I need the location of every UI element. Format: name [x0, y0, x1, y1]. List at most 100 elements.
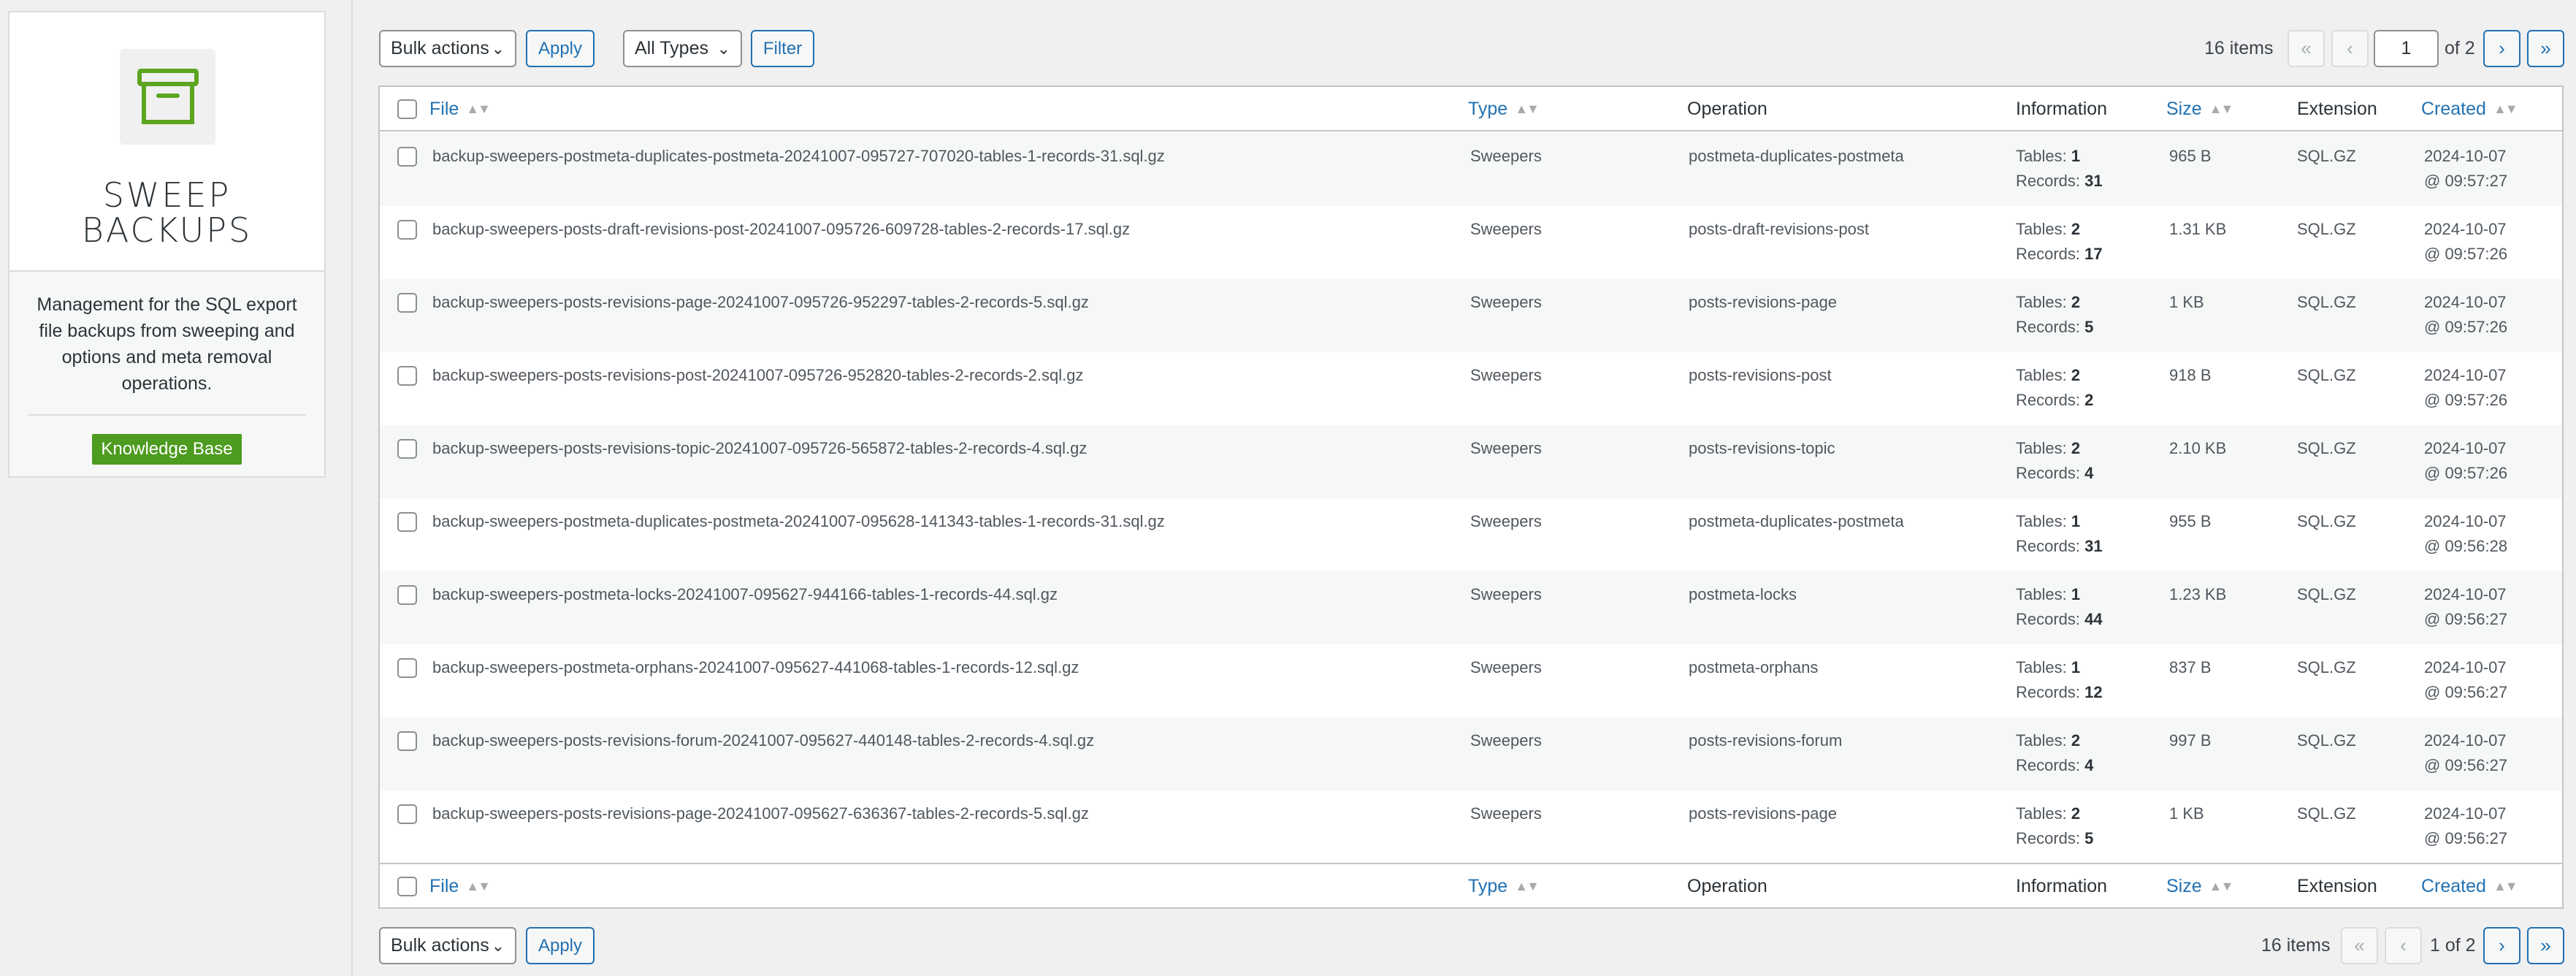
column-file[interactable]: File ▲▼: [429, 864, 491, 909]
first-page-button-top[interactable]: «: [2288, 30, 2325, 67]
created-date: 2024-10-07: [2424, 439, 2507, 457]
row-checkbox[interactable]: [397, 731, 417, 751]
records-label: Records:: [2016, 683, 2081, 701]
bulk-actions-select-top[interactable]: Bulk actions ⌄: [379, 30, 516, 67]
size-value: 1.31 KB: [2169, 220, 2227, 238]
type-value: Sweepers: [1470, 220, 1542, 238]
bulk-actions-select-bottom[interactable]: Bulk actions ⌄: [379, 927, 516, 964]
column-type[interactable]: Type ▲▼: [1468, 864, 1540, 909]
row-checkbox[interactable]: [397, 512, 417, 532]
tables-label: Tables:: [2016, 439, 2067, 457]
last-page-button-top[interactable]: »: [2527, 30, 2564, 67]
created-date: 2024-10-07: [2424, 585, 2507, 603]
first-page-button-bottom[interactable]: «: [2341, 927, 2378, 964]
type-value: Sweepers: [1470, 293, 1542, 311]
tables-value: 2: [2071, 293, 2081, 311]
column-size-label: Size: [2166, 876, 2202, 896]
operation-value: posts-revisions-post: [1689, 366, 1832, 384]
extension-value: SQL.GZ: [2297, 585, 2356, 603]
items-count-bottom: 16 items: [2261, 935, 2331, 956]
prev-page-button-bottom[interactable]: ‹: [2385, 927, 2422, 964]
last-page-button-bottom[interactable]: »: [2527, 927, 2564, 964]
next-page-button-bottom[interactable]: ›: [2483, 927, 2520, 964]
row-checkbox[interactable]: [397, 147, 417, 167]
info-records: Records: 5: [2016, 826, 2093, 851]
panel-header: SWEEP BACKUPS: [9, 12, 324, 272]
column-size[interactable]: Size ▲▼: [2166, 864, 2233, 909]
apply-button-top[interactable]: Apply: [526, 30, 595, 67]
column-size[interactable]: Size ▲▼: [2166, 87, 2233, 131]
tables-label: Tables:: [2016, 585, 2067, 603]
operation-value: postmeta-duplicates-postmeta: [1689, 147, 1904, 165]
filter-button[interactable]: Filter: [751, 30, 814, 67]
info-tables: Tables: 1: [2016, 655, 2080, 680]
type-value: Sweepers: [1470, 731, 1542, 750]
column-file[interactable]: File ▲▼: [429, 87, 491, 131]
column-type[interactable]: Type ▲▼: [1468, 87, 1540, 131]
next-page-button-top[interactable]: ›: [2483, 30, 2520, 67]
operation-value: posts-revisions-topic: [1689, 439, 1835, 457]
row-checkbox[interactable]: [397, 439, 417, 459]
created-time: @ 09:57:26: [2424, 245, 2508, 263]
column-created[interactable]: Created ▲▼: [2421, 864, 2518, 909]
info-tables: Tables: 1: [2016, 582, 2080, 607]
column-size-label: Size: [2166, 99, 2202, 119]
type-value: Sweepers: [1470, 512, 1542, 530]
operation-value: posts-draft-revisions-post: [1689, 220, 1869, 238]
operation-value: posts-revisions-page: [1689, 293, 1837, 311]
type-value: Sweepers: [1470, 147, 1542, 165]
records-label: Records:: [2016, 245, 2081, 263]
tables-value: 2: [2071, 366, 2081, 384]
apply-button-bottom[interactable]: Apply: [526, 927, 595, 964]
prev-page-button-top[interactable]: ‹: [2331, 30, 2369, 67]
select-all-checkbox[interactable]: [397, 99, 417, 119]
table-footer: File ▲▼ Type ▲▼ Operation Information Size…: [380, 863, 2562, 907]
created-time: @ 09:56:27: [2424, 683, 2508, 701]
extension-value: SQL.GZ: [2297, 293, 2356, 311]
operation-value: posts-revisions-page: [1689, 804, 1837, 823]
size-value: 1 KB: [2169, 804, 2204, 823]
select-all-checkbox-footer[interactable]: [397, 877, 417, 896]
row-checkbox[interactable]: [397, 293, 417, 313]
total-pages-text: of 2: [2445, 38, 2475, 58]
size-value: 1 KB: [2169, 293, 2204, 311]
created-date: 2024-10-07: [2424, 293, 2507, 311]
sweep-backups-panel: SWEEP BACKUPS Management for the SQL exp…: [8, 11, 326, 478]
chevron-down-icon: ⌄: [491, 937, 505, 955]
row-checkbox[interactable]: [397, 658, 417, 678]
sort-arrows-icon: ▲▼: [466, 879, 491, 893]
table-row: backup-sweepers-postmeta-orphans-2024100…: [380, 644, 2562, 717]
panel-title-line1: SWEEP: [102, 175, 232, 215]
extension-value: SQL.GZ: [2297, 220, 2356, 238]
row-checkbox[interactable]: [397, 804, 417, 824]
file-name: backup-sweepers-posts-revisions-page-202…: [432, 293, 1089, 311]
file-name: backup-sweepers-postmeta-locks-20241007-…: [432, 585, 1058, 603]
chevron-down-icon: ⌄: [716, 39, 730, 58]
row-checkbox[interactable]: [397, 220, 417, 240]
file-name: backup-sweepers-postmeta-duplicates-post…: [432, 512, 1165, 530]
created-time: @ 09:57:26: [2424, 464, 2508, 482]
records-value: 5: [2084, 318, 2094, 336]
knowledge-base-button[interactable]: Knowledge Base: [92, 434, 242, 465]
tables-value: 2: [2071, 439, 2081, 457]
current-page-input[interactable]: 1: [2374, 30, 2439, 67]
sort-arrows-icon: ▲▼: [1515, 102, 1540, 116]
info-records: Records: 4: [2016, 753, 2093, 778]
table-row: backup-sweepers-posts-revisions-topic-20…: [380, 425, 2562, 498]
column-operation: Operation: [1687, 876, 1767, 896]
column-created[interactable]: Created ▲▼: [2421, 87, 2518, 131]
tables-label: Tables:: [2016, 220, 2067, 238]
type-filter-select[interactable]: All Types ⌄: [623, 30, 742, 67]
row-checkbox[interactable]: [397, 585, 417, 605]
info-tables: Tables: 2: [2016, 290, 2080, 315]
info-tables: Tables: 2: [2016, 728, 2080, 753]
row-checkbox[interactable]: [397, 366, 417, 386]
records-value: 5: [2084, 829, 2094, 847]
info-records: Records: 17: [2016, 242, 2103, 267]
tables-value: 1: [2071, 585, 2081, 603]
size-value: 837 B: [2169, 658, 2212, 676]
table-row: backup-sweepers-posts-revisions-forum-20…: [380, 717, 2562, 790]
tables-value: 2: [2071, 220, 2081, 238]
chevron-down-icon: ⌄: [491, 39, 505, 58]
records-value: 31: [2084, 537, 2103, 555]
